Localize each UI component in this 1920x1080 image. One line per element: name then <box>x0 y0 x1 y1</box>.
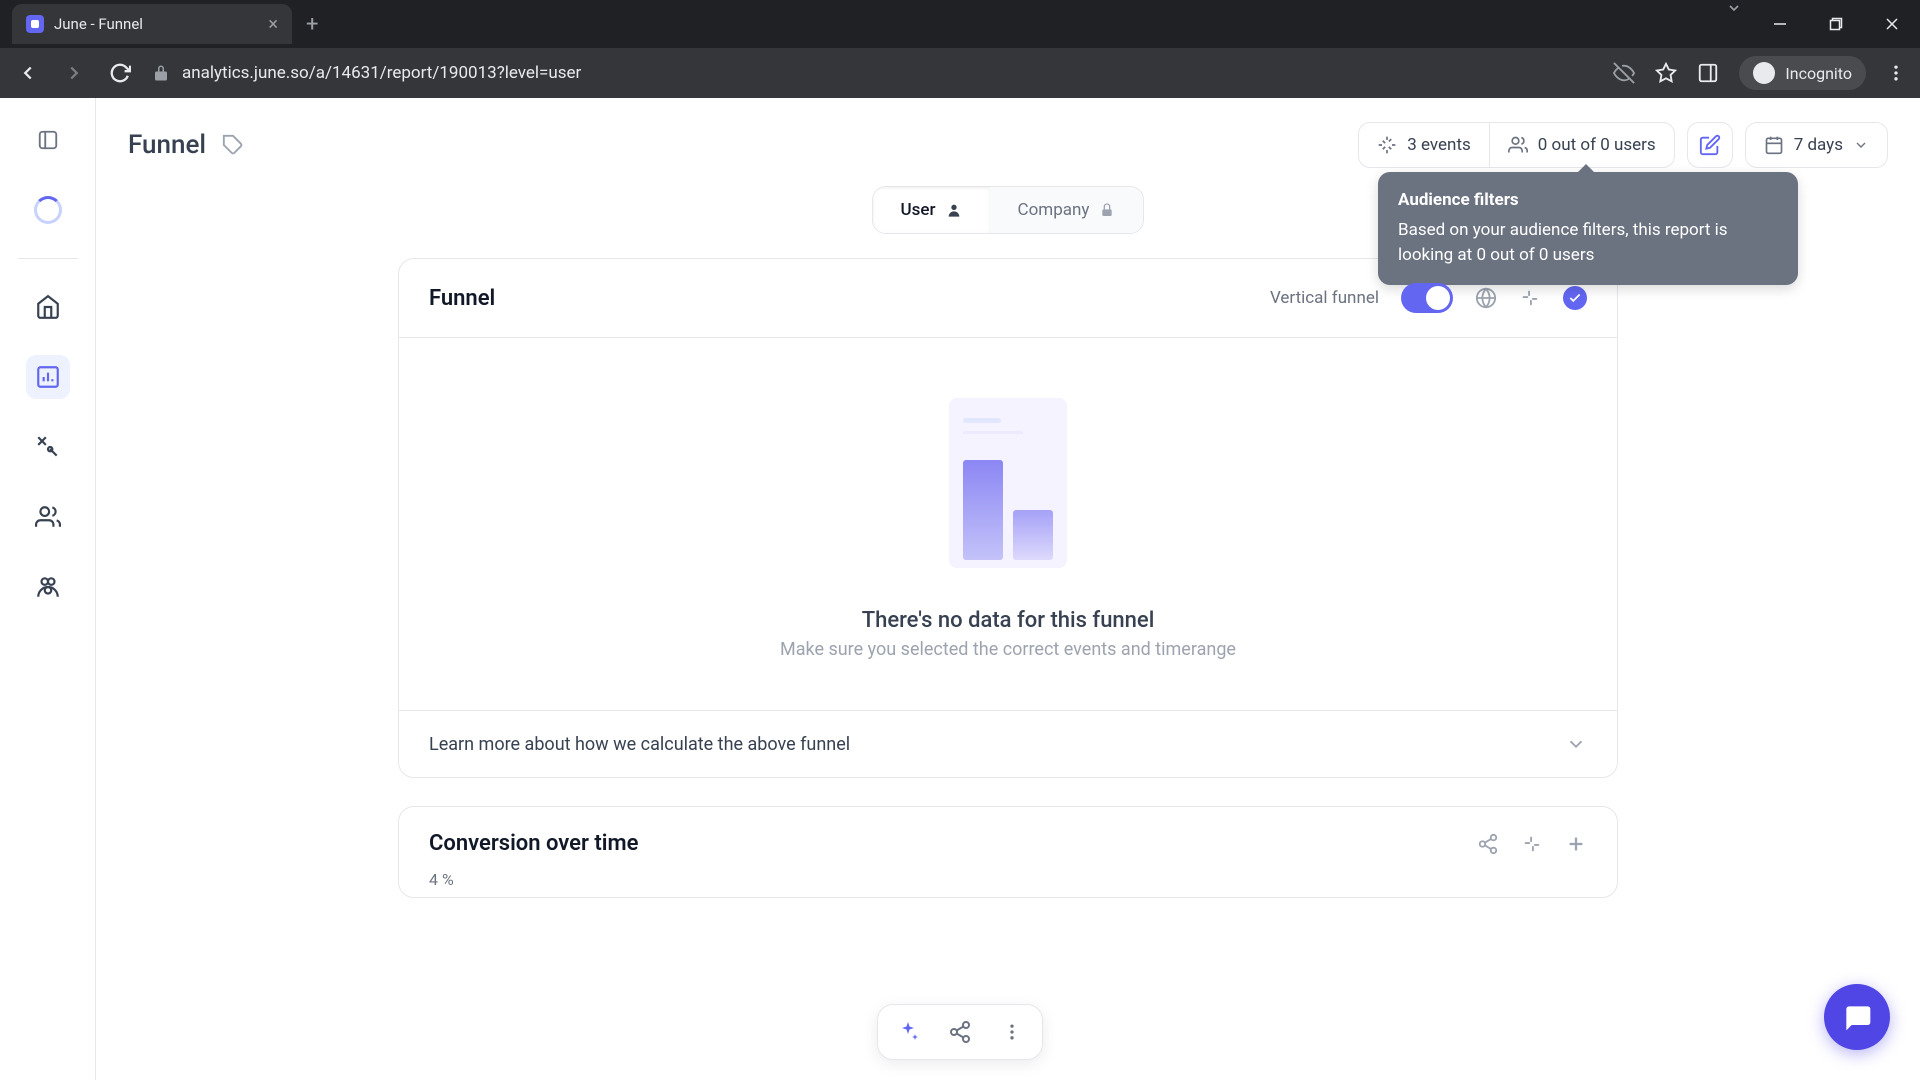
empty-heading: There's no data for this funnel <box>399 608 1617 633</box>
sidebar-users-icon[interactable] <box>26 495 70 539</box>
events-filter-button[interactable]: 3 events <box>1359 123 1489 167</box>
vertical-funnel-label: Vertical funnel <box>1270 288 1379 308</box>
tooltip-body: Based on your audience filters, this rep… <box>1398 218 1778 269</box>
sidebar-home-icon[interactable] <box>26 285 70 329</box>
minimize-button[interactable] <box>1752 0 1808 48</box>
chat-fab[interactable] <box>1824 984 1890 1050</box>
user-icon <box>946 202 962 218</box>
y-axis-label: 4 % <box>399 870 1617 897</box>
side-panel-icon[interactable] <box>1697 62 1719 84</box>
browser-url-bar: analytics.june.so/a/14631/report/190013?… <box>0 48 1920 98</box>
events-count-label: 3 events <box>1407 135 1471 155</box>
star-icon[interactable] <box>1655 62 1677 84</box>
browser-tab[interactable]: June - Funnel × <box>12 4 292 44</box>
kebab-menu-icon[interactable] <box>1886 63 1906 83</box>
check-badge-icon[interactable] <box>1563 286 1587 310</box>
main-content: Funnel 3 events 0 out of 0 users <box>96 98 1920 1080</box>
filter-pill-group: 3 events 0 out of 0 users <box>1358 122 1674 168</box>
date-range-label: 7 days <box>1794 135 1843 155</box>
more-menu-button[interactable] <box>990 1010 1034 1054</box>
new-tab-button[interactable]: + <box>306 12 318 37</box>
conversion-card-title: Conversion over time <box>429 831 638 856</box>
topbar: Funnel 3 events 0 out of 0 users <box>96 98 1920 186</box>
learn-more-label: Learn more about how we calculate the ab… <box>429 734 850 755</box>
audience-filters-tooltip: Audience filters Based on your audience … <box>1378 172 1798 285</box>
sidebar-collapse-icon[interactable] <box>26 118 70 162</box>
sidebar-events-icon[interactable] <box>26 425 70 469</box>
incognito-badge[interactable]: Incognito <box>1739 56 1866 90</box>
tag-icon[interactable] <box>222 134 244 156</box>
ai-sparkle-button[interactable] <box>886 1010 930 1054</box>
date-range-button[interactable]: 7 days <box>1745 122 1888 168</box>
incognito-label: Incognito <box>1785 64 1852 83</box>
funnel-card-title: Funnel <box>429 286 495 311</box>
reload-button[interactable] <box>106 59 134 87</box>
forward-button[interactable] <box>60 59 88 87</box>
lock-icon <box>1099 202 1115 218</box>
share-icon[interactable] <box>1477 833 1499 855</box>
share-button[interactable] <box>938 1010 982 1054</box>
edit-icon <box>1699 134 1721 156</box>
users-filter-button[interactable]: 0 out of 0 users <box>1489 123 1674 167</box>
slack-icon[interactable] <box>1521 833 1543 855</box>
close-tab-icon[interactable]: × <box>268 14 278 35</box>
close-window-button[interactable] <box>1864 0 1920 48</box>
tab-user[interactable]: User <box>873 187 990 233</box>
browser-tab-strip: June - Funnel × + <box>0 0 1920 48</box>
sidebar-divider <box>18 258 78 259</box>
users-count-label: 0 out of 0 users <box>1538 135 1656 155</box>
chevron-down-icon <box>1565 733 1587 755</box>
edit-button[interactable] <box>1687 122 1733 168</box>
url-text: analytics.june.so/a/14631/report/190013?… <box>182 63 581 83</box>
favicon-icon <box>26 15 44 33</box>
empty-state: There's no data for this funnel Make sur… <box>399 338 1617 710</box>
back-button[interactable] <box>14 59 42 87</box>
empty-chart-illustration <box>949 398 1067 568</box>
chat-icon <box>1841 1001 1873 1033</box>
sidebar-reports-icon[interactable] <box>26 355 70 399</box>
calendar-icon <box>1764 135 1784 155</box>
tab-user-label: User <box>901 200 936 220</box>
floating-action-bar <box>877 1004 1043 1060</box>
funnel-card: Funnel Vertical funnel <box>398 258 1618 778</box>
conversion-card: Conversion over time 4 % <box>398 806 1618 898</box>
users-icon <box>1508 135 1528 155</box>
chevron-down-icon <box>1853 137 1869 153</box>
empty-subtext: Make sure you selected the correct event… <box>399 639 1617 660</box>
sidebar <box>0 98 96 1080</box>
url-field[interactable]: analytics.june.so/a/14631/report/190013?… <box>152 63 581 83</box>
sparkle-icon <box>1377 135 1397 155</box>
lock-icon <box>152 64 170 82</box>
maximize-button[interactable] <box>1808 0 1864 48</box>
tab-company-label: Company <box>1018 200 1090 220</box>
sidebar-companies-icon[interactable] <box>26 565 70 609</box>
tooltip-title: Audience filters <box>1398 188 1778 214</box>
tab-title: June - Funnel <box>54 15 143 33</box>
slack-icon[interactable] <box>1519 287 1541 309</box>
globe-icon[interactable] <box>1475 287 1497 309</box>
vertical-funnel-toggle[interactable] <box>1401 283 1453 313</box>
incognito-icon <box>1753 62 1775 84</box>
plus-icon[interactable] <box>1565 833 1587 855</box>
sidebar-loading-icon <box>26 188 70 232</box>
tab-list-chevron-icon[interactable] <box>1726 0 1742 48</box>
page-title: Funnel <box>128 130 206 160</box>
tab-company[interactable]: Company <box>990 187 1144 233</box>
eye-off-icon[interactable] <box>1613 62 1635 84</box>
learn-more-row[interactable]: Learn more about how we calculate the ab… <box>399 710 1617 777</box>
